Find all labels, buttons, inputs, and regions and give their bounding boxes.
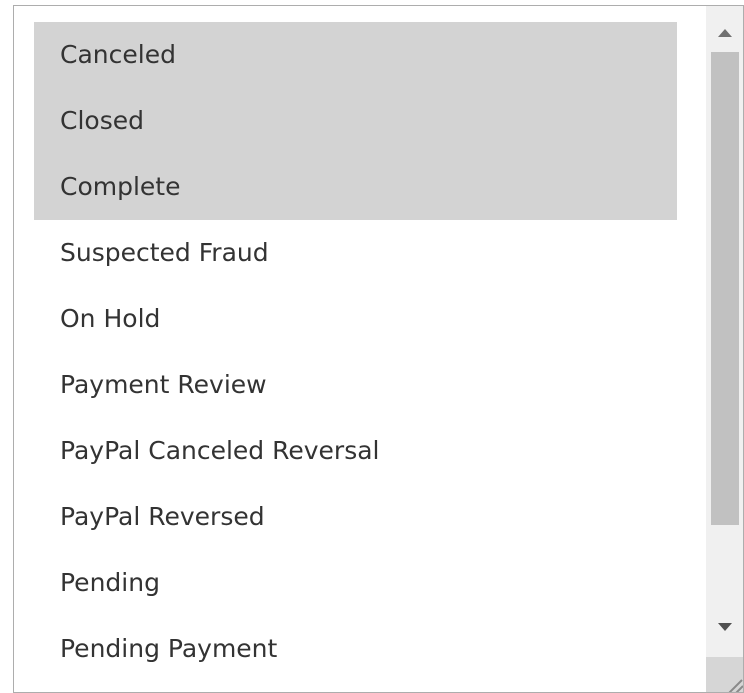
vertical-scrollbar[interactable] bbox=[706, 6, 743, 692]
option-paypal-canceled-reversal[interactable]: PayPal Canceled Reversal bbox=[34, 418, 677, 484]
order-status-multiselect[interactable]: Canceled Closed Complete Suspected Fraud… bbox=[13, 5, 744, 693]
triangle-down-icon bbox=[718, 623, 732, 631]
scroll-up-button[interactable] bbox=[706, 14, 743, 52]
option-pending-payment[interactable]: Pending Payment bbox=[34, 616, 677, 682]
resize-grip[interactable] bbox=[706, 657, 743, 692]
scroll-thumb[interactable] bbox=[711, 52, 739, 525]
option-on-hold[interactable]: On Hold bbox=[34, 286, 677, 352]
resize-grip-icon bbox=[728, 679, 743, 692]
order-status-options: Canceled Closed Complete Suspected Fraud… bbox=[34, 22, 677, 682]
option-suspected-fraud[interactable]: Suspected Fraud bbox=[34, 220, 677, 286]
scroll-down-button[interactable] bbox=[706, 608, 743, 646]
option-canceled[interactable]: Canceled bbox=[34, 22, 677, 88]
option-complete[interactable]: Complete bbox=[34, 154, 677, 220]
option-closed[interactable]: Closed bbox=[34, 88, 677, 154]
option-payment-review[interactable]: Payment Review bbox=[34, 352, 677, 418]
option-pending[interactable]: Pending bbox=[34, 550, 677, 616]
triangle-up-icon bbox=[718, 29, 732, 37]
option-paypal-reversed[interactable]: PayPal Reversed bbox=[34, 484, 677, 550]
